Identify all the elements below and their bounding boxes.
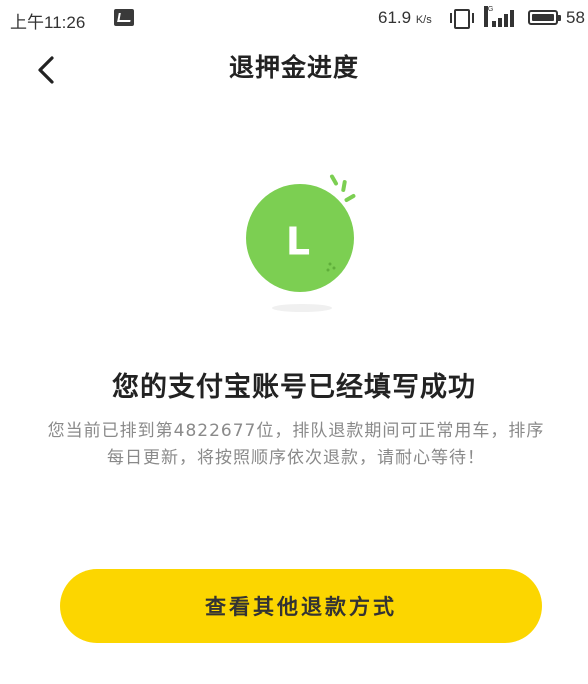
queue-description: 您当前已排到第4822677位，排队退款期间可正常用车，排序 每日更新，将按照顺… — [26, 418, 566, 472]
message-notification-icon — [114, 9, 134, 26]
clock-letter: L — [286, 220, 310, 264]
battery-level: 58 — [566, 8, 585, 27]
other-refund-methods-button[interactable]: 查看其他退款方式 — [60, 569, 542, 643]
success-headline: 您的支付宝账号已经填写成功 — [112, 372, 476, 403]
network-speed: 61.9 K/s — [378, 8, 432, 28]
battery-icon — [528, 10, 561, 25]
description-line: 您当前已排到第4822677位，排队退款期间可正常用车，排序 — [47, 421, 545, 441]
network-speed-unit: K/s — [415, 14, 432, 26]
status-bar: 上午11:26 61.9 K/s 4G 58 — [0, 0, 588, 38]
clock-illustration: L — [234, 168, 374, 318]
signal-icon: 4G — [484, 6, 516, 27]
vibrate-icon — [450, 9, 474, 29]
network-type-label: 4G — [484, 6, 493, 27]
network-speed-value: 61.9 — [378, 8, 412, 27]
status-time: 上午11:26 — [10, 13, 86, 32]
description-line: 每日更新，将按照顺序依次退款，请耐心等待！ — [107, 448, 485, 468]
page-title: 退押金进度 — [228, 53, 359, 82]
